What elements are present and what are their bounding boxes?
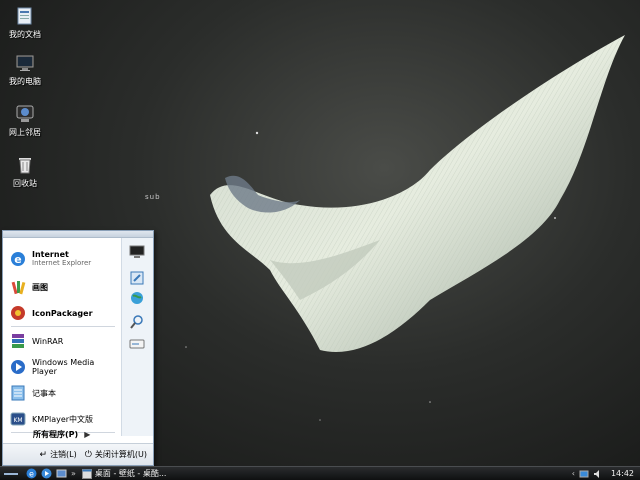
menu-item-title: 画图 <box>32 282 48 292</box>
iconpackager-icon <box>11 306 25 320</box>
menu-item-title: 记事本 <box>32 388 56 398</box>
quicklaunch-ie[interactable]: e <box>25 468 37 480</box>
window-icon <box>81 468 92 479</box>
start-menu-programs: e Internet Internet Explorer 画图 IconPack… <box>3 238 121 436</box>
desktop-icon-my-documents[interactable]: 我的文档 <box>2 6 48 40</box>
desktop-icon-label: 网上邻居 <box>9 128 41 137</box>
menu-item-subtitle: Internet Explorer <box>32 259 92 267</box>
internet-explorer-icon: e <box>26 468 36 479</box>
menu-item-media-player[interactable]: Windows Media Player <box>9 356 119 378</box>
taskbar-button-window[interactable]: 桌面 - 壁纸 - 桌酷... <box>81 468 167 480</box>
notepad-icon <box>11 385 25 401</box>
my-computer-icon[interactable] <box>129 244 145 260</box>
desktop-icon-label: 回收站 <box>13 179 37 188</box>
logoff-button[interactable]: ↵ 注销(L) <box>40 449 77 460</box>
wallpaper-text: sub <box>145 193 161 201</box>
chevron-left-icon[interactable]: ‹ <box>572 469 575 478</box>
all-programs-label: 所有程序(P) <box>33 430 79 439</box>
quicklaunch-media[interactable] <box>40 468 52 480</box>
logoff-icon: ↵ <box>39 449 48 460</box>
volume-icon[interactable] <box>593 469 603 479</box>
start-menu-places <box>121 238 153 436</box>
taskbar-button-label: 桌面 - 壁纸 - 桌酷... <box>94 469 167 478</box>
system-tray: ‹ 14:42 <box>572 467 640 480</box>
search-icon[interactable] <box>129 314 145 330</box>
shutdown-button[interactable]: ⏻ 关闭计算机(U) <box>85 449 147 460</box>
kmplayer-icon: KM <box>10 412 26 426</box>
menu-item-title: Windows Media Player <box>32 358 95 376</box>
clock[interactable]: 14:42 <box>611 469 634 478</box>
media-player-icon <box>41 468 51 479</box>
start-menu: e Internet Internet Explorer 画图 IconPack… <box>2 230 154 466</box>
chevron-double-icon[interactable]: » <box>71 469 76 478</box>
start-button[interactable] <box>0 467 22 480</box>
logoff-label: 注销(L) <box>50 450 77 459</box>
start-menu-footer: ↵ 注销(L) ⏻ 关闭计算机(U) <box>3 443 153 465</box>
menu-item-internet[interactable]: e Internet Internet Explorer <box>9 248 119 270</box>
svg-text:e: e <box>14 253 21 266</box>
quicklaunch-show-desktop[interactable] <box>55 468 67 480</box>
desktop-icon-network[interactable]: 网上邻居 <box>2 104 48 138</box>
winrar-icon <box>12 334 24 348</box>
network-globe-icon[interactable] <box>129 290 145 306</box>
start-menu-header <box>3 231 153 238</box>
svg-text:KM: KM <box>13 417 22 424</box>
all-programs-button[interactable]: 所有程序(P) ▶ <box>33 429 90 440</box>
run-icon[interactable] <box>129 336 145 352</box>
menu-item-winrar[interactable]: WinRAR <box>9 330 119 352</box>
shutdown-label: 关闭计算机(U) <box>94 450 147 459</box>
control-panel-icon[interactable] <box>129 270 145 286</box>
arrow-right-icon: ▶ <box>84 430 91 439</box>
svg-text:e: e <box>29 470 34 479</box>
desktop-icon-label: 我的电脑 <box>9 77 41 86</box>
power-icon: ⏻ <box>84 449 92 460</box>
menu-item-kmplayer[interactable]: KM KMPlayer中文版 <box>9 408 119 430</box>
desktop-icon-my-computer[interactable]: 我的电脑 <box>2 53 48 87</box>
media-player-icon <box>11 360 25 374</box>
computer-icon <box>16 55 34 71</box>
desktop-icon <box>56 469 66 478</box>
menu-item-iconpackager[interactable]: IconPackager <box>9 302 119 324</box>
taskbar: e » 桌面 - 壁纸 - 桌酷... ‹ 14:42 <box>0 466 640 480</box>
menu-separator <box>11 326 115 327</box>
network-icon <box>16 105 34 122</box>
menu-item-title: KMPlayer中文版 <box>32 414 94 424</box>
recycle-bin-icon <box>19 158 31 174</box>
desktop-icon-label: 我的文档 <box>9 30 41 39</box>
menu-item-title: IconPackager <box>32 308 93 318</box>
desktop-icon-recycle-bin[interactable]: 回收站 <box>2 155 48 189</box>
network-tray-icon[interactable] <box>579 469 589 479</box>
paint-icon <box>11 281 26 295</box>
menu-item-title: WinRAR <box>32 336 64 346</box>
menu-item-notepad[interactable]: 记事本 <box>9 382 119 404</box>
menu-item-title: Internet <box>32 250 69 259</box>
start-icon <box>4 472 18 475</box>
documents-icon <box>17 7 32 25</box>
menu-item-paint[interactable]: 画图 <box>9 276 119 298</box>
internet-explorer-icon: e <box>11 252 25 266</box>
